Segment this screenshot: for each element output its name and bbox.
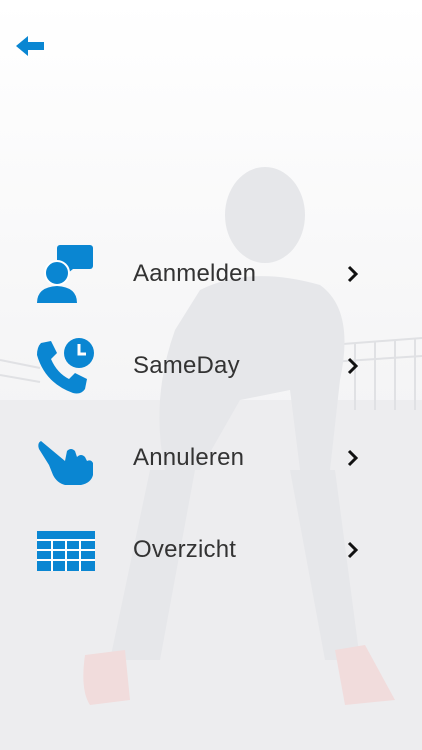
- menu-item-sameday[interactable]: SameDay: [0, 320, 422, 412]
- menu-item-annuleren[interactable]: Annuleren: [0, 412, 422, 504]
- hand-swipe-icon: [35, 427, 97, 489]
- back-button[interactable]: [16, 34, 50, 60]
- chevron-right-icon: [347, 265, 359, 283]
- menu-item-label: Aanmelden: [133, 260, 257, 287]
- chevron-right-icon: [347, 541, 359, 559]
- menu-item-overzicht[interactable]: Overzicht: [0, 504, 422, 596]
- phone-clock-icon: [35, 335, 97, 397]
- menu-item-label: SameDay: [133, 352, 240, 379]
- chevron-right-icon: [347, 357, 359, 375]
- user-chat-icon: [35, 243, 97, 305]
- back-arrow-icon: [16, 36, 44, 56]
- chevron-right-icon: [347, 449, 359, 467]
- menu-item-label: Overzicht: [133, 536, 237, 563]
- main-menu: Aanmelden SameDay Annuleren Overzicht: [0, 228, 422, 596]
- menu-item-aanmelden[interactable]: Aanmelden: [0, 228, 422, 320]
- menu-item-label: Annuleren: [133, 444, 245, 471]
- table-grid-icon: [35, 519, 97, 581]
